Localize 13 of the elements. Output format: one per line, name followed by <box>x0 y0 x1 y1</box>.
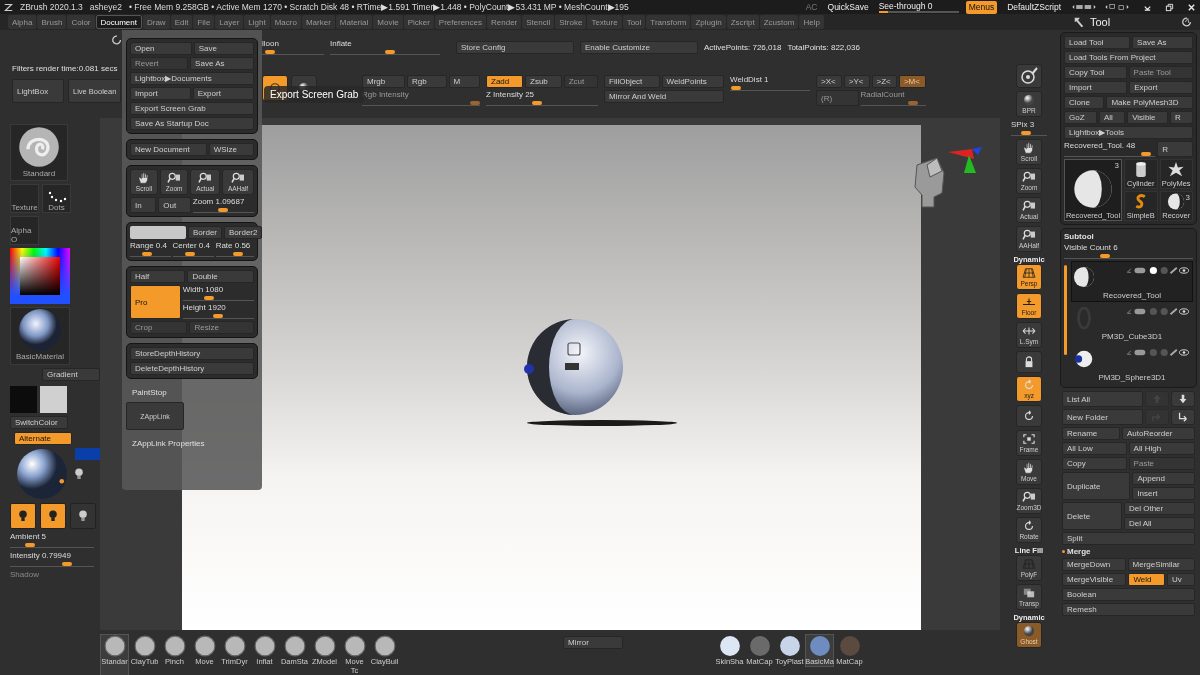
user-name: asheye2 <box>89 2 122 12</box>
memory-stats: • Free Mem 9.258GB • Active Mem 1270 • Scratch Disk 48 • RTime▶1.591 Timer▶1.448 • PolyCount▶53.431 MP • MeshCount▶195 <box>129 2 629 12</box>
zapplink-properties-label: ZAppLink Properties <box>131 439 206 448</box>
shadow-label: Shadow <box>10 570 40 579</box>
paintstop-label: PaintStop <box>131 388 168 397</box>
palette-title: Tool <box>1090 16 1111 28</box>
stat-text: ActivePoints: 726,018 <box>704 42 782 52</box>
app-title: ZBrush 2020.1.3 <box>20 2 83 12</box>
section-header: Subtool <box>1064 232 1095 241</box>
section-header: Merge <box>1067 547 1091 556</box>
ac-label: AC <box>805 2 818 12</box>
render-time-text: Filters render time:0.081 secs <box>12 64 119 73</box>
stat-text: TotalPoints: 822,036 <box>787 42 860 52</box>
